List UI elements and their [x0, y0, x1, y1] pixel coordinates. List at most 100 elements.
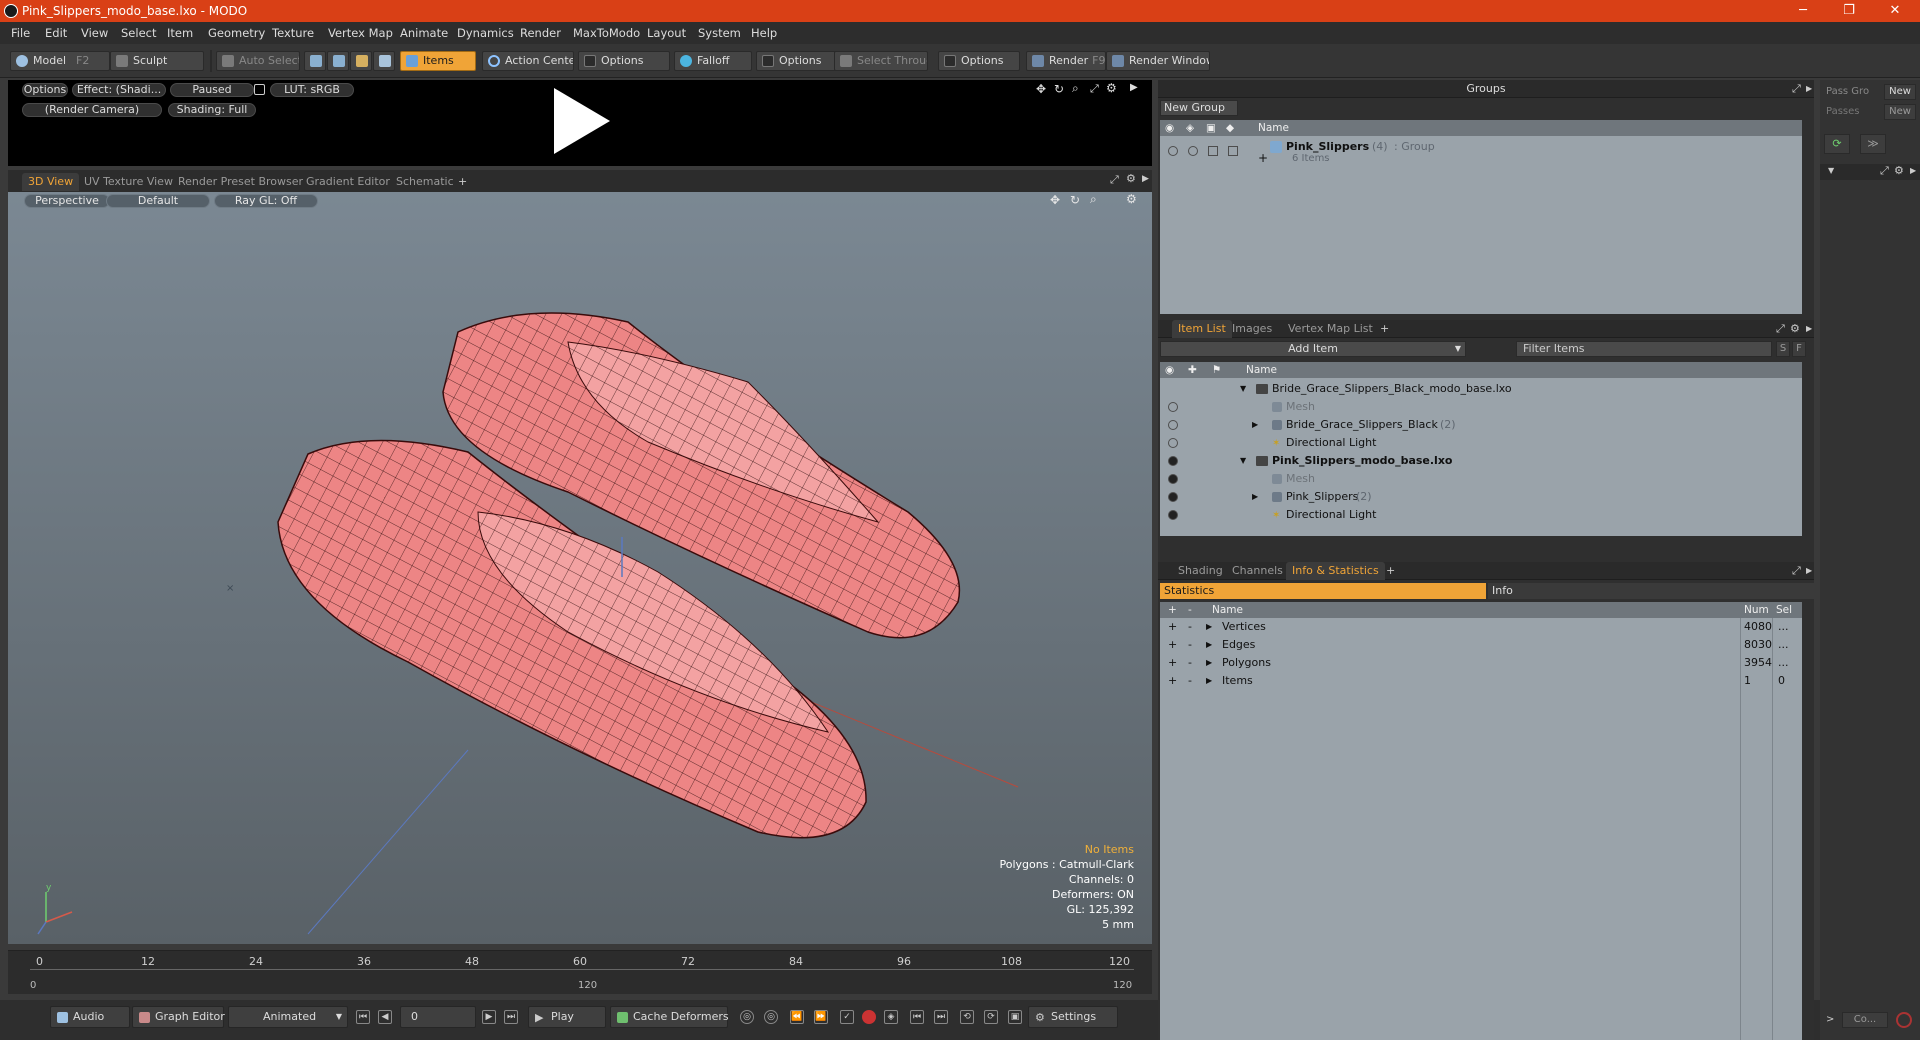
gear-icon[interactable]: ⚙ [1790, 320, 1800, 338]
record-icon[interactable] [862, 1010, 876, 1024]
table-row[interactable]: + - ▶ Edges 8030 ... [1160, 636, 1802, 654]
eye-icon[interactable]: ◉ [1165, 362, 1174, 378]
new-group-button[interactable]: New Group [1160, 100, 1238, 116]
add-item-dropdown[interactable]: Add Item ▼ [1160, 341, 1466, 357]
frame-input[interactable]: 0 [400, 1006, 476, 1028]
range-start-icon[interactable]: ⏮ [910, 1010, 924, 1024]
table-row[interactable]: + - ▶ Polygons 3954 ... [1160, 654, 1802, 672]
add-tab-button[interactable]: + [452, 173, 473, 191]
list-item[interactable]: Mesh [1160, 470, 1802, 488]
lock-icon[interactable] [1208, 146, 1218, 156]
rotate-icon[interactable]: ↻ [1054, 82, 1064, 96]
restore-icon[interactable]: ❐ [1826, 0, 1872, 22]
pan-icon[interactable]: ✥ [1036, 82, 1046, 96]
preview-effect-dropdown[interactable]: Effect: (Shadi... [72, 83, 166, 97]
action-center-options-button[interactable]: Options [578, 51, 670, 71]
table-row[interactable]: + - ▶ Vertices 4080 ... [1160, 618, 1802, 636]
menu-vertex-map[interactable]: Vertex Map [328, 26, 393, 40]
maximize-icon[interactable]: ⤢ [1110, 173, 1119, 187]
list-item[interactable]: ▼ Bride_Grace_Slippers_Black_modo_base.l… [1160, 380, 1802, 398]
falloff-button[interactable]: Falloff [674, 51, 752, 71]
action-center-button[interactable]: Action Center [482, 51, 574, 71]
tab-channels[interactable]: Channels [1226, 562, 1289, 580]
plus-icon[interactable]: + [1168, 654, 1177, 672]
tab-vertex-map-list[interactable]: Vertex Map List [1282, 320, 1379, 338]
eye-icon[interactable] [1168, 402, 1178, 412]
chevron-right-icon[interactable]: ▶ [1252, 416, 1258, 434]
layers-icon[interactable]: ▣ [1008, 1010, 1022, 1024]
maximize-icon[interactable]: ⤢ [1880, 164, 1889, 178]
record-icon[interactable] [1896, 1012, 1912, 1028]
new-pass-button[interactable]: New [1884, 104, 1916, 120]
range-end-icon[interactable]: ⏭ [934, 1010, 948, 1024]
table-row[interactable]: + - ▶ Items 1 0 [1160, 672, 1802, 690]
forward-icon[interactable]: ≫ [1860, 134, 1886, 154]
plus-icon[interactable]: + [1168, 672, 1177, 690]
maximize-icon[interactable]: ⤢ [1792, 80, 1801, 98]
list-item[interactable]: Mesh [1160, 398, 1802, 416]
lock-icon[interactable]: ⚑ [1212, 362, 1221, 378]
materials-mode-button[interactable] [373, 51, 395, 71]
eye-icon[interactable] [1168, 510, 1178, 520]
auto-key-icon[interactable]: ◎ [764, 1010, 778, 1024]
new-pass-group-button[interactable]: New [1884, 84, 1916, 100]
expand-arrow-icon[interactable]: ▶ [1806, 562, 1812, 580]
eye-icon[interactable]: ◉ [1165, 120, 1174, 136]
select-icon[interactable]: ◆ [1226, 120, 1234, 136]
menu-maxtomodo[interactable]: MaxToModo [573, 26, 640, 40]
chevron-right-icon[interactable]: ▶ [1206, 618, 1212, 636]
expand-arrow-icon[interactable]: ▶ [1910, 166, 1916, 175]
close-icon[interactable]: ✕ [1872, 0, 1918, 22]
graph-editor-button[interactable]: Graph Editor [132, 1006, 225, 1028]
tab-item-list[interactable]: Item List [1172, 320, 1232, 338]
expand-arrow-icon[interactable]: ▶ [1806, 80, 1812, 98]
tab-images[interactable]: Images [1226, 320, 1278, 338]
chevron-down-icon[interactable]: ▼ [1240, 452, 1246, 470]
menu-geometry[interactable]: Geometry [208, 26, 265, 40]
eye-icon[interactable] [1168, 438, 1178, 448]
maximize-icon[interactable]: ⤢ [1792, 562, 1801, 580]
next-key-icon[interactable]: ⏩ [814, 1010, 828, 1024]
menu-edit[interactable]: Edit [45, 26, 67, 40]
chevron-right-icon[interactable]: ▶ [1252, 488, 1258, 506]
preview-shading-dropdown[interactable]: Shading: Full [168, 103, 256, 117]
falloff-options-button[interactable]: Options [756, 51, 836, 71]
chevron-right-icon[interactable]: ▶ [1206, 672, 1212, 690]
render-window-button[interactable]: Render Window [1106, 51, 1210, 71]
menu-animate[interactable]: Animate [400, 26, 448, 40]
vertices-mode-button[interactable] [304, 51, 326, 71]
timeline[interactable]: 0 12 24 36 48 60 72 84 96 108 120 0 120 … [8, 950, 1152, 994]
menu-render[interactable]: Render [520, 26, 561, 40]
skip-start-icon[interactable]: ⏮ [356, 1010, 370, 1024]
prev-key-icon[interactable]: ⏪ [790, 1010, 804, 1024]
eye-icon[interactable] [1168, 456, 1178, 466]
tab-shading[interactable]: Shading [1172, 562, 1229, 580]
polygons-mode-button[interactable] [350, 51, 372, 71]
chevron-down-icon[interactable]: ▼ [1240, 380, 1246, 398]
list-item[interactable]: ▶ Bride_Grace_Slippers_Black (2) [1160, 416, 1802, 434]
chevron-down-icon[interactable]: ▼ [1828, 166, 1834, 175]
menu-system[interactable]: System [698, 26, 741, 40]
select-icon[interactable] [1228, 146, 1238, 156]
animated-dropdown[interactable]: Animated ▼ [228, 1006, 348, 1028]
auto-select-button[interactable]: Auto Select [216, 51, 300, 71]
render-button[interactable]: Render F9 [1026, 51, 1106, 71]
items-mode-button[interactable]: Items [400, 51, 476, 71]
minimize-icon[interactable]: ─ [1780, 0, 1826, 22]
add-tab-button[interactable]: + [1380, 562, 1401, 580]
tab-info-statistics[interactable]: Info & Statistics [1286, 562, 1385, 580]
expand-all-icon[interactable]: + [1168, 602, 1177, 618]
keyframe-icon[interactable]: ✓ [840, 1010, 854, 1024]
plus-icon[interactable]: + [1168, 618, 1177, 636]
render-toggle-icon[interactable] [1188, 146, 1198, 156]
menu-help[interactable]: Help [751, 26, 777, 40]
preview-camera-dropdown[interactable]: (Render Camera) [22, 103, 162, 117]
edges-mode-button[interactable] [327, 51, 349, 71]
refresh-icon[interactable]: ⟳ [1824, 134, 1850, 154]
key-options-icon[interactable]: ◈ [884, 1010, 898, 1024]
tab-schematic[interactable]: Schematic [390, 173, 460, 191]
menu-item[interactable]: Item [167, 26, 193, 40]
statistics-subtab[interactable]: Statistics [1160, 583, 1486, 599]
gear-icon[interactable]: ⚙ [1106, 81, 1117, 95]
expand-arrow-icon[interactable]: ▶ [1142, 174, 1149, 184]
